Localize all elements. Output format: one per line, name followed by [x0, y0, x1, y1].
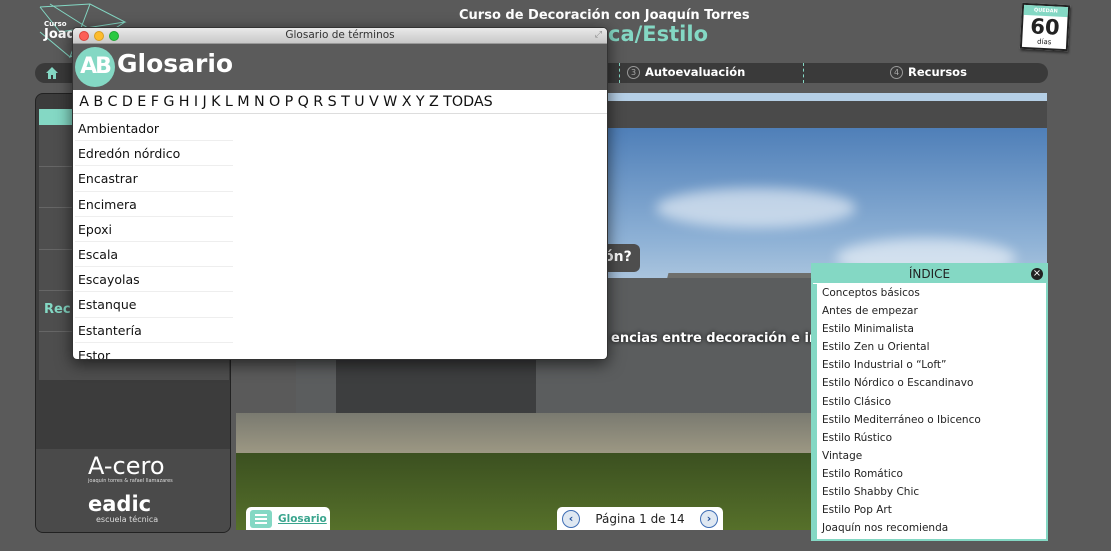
letter-filter[interactable]: H: [177, 94, 192, 110]
glossary-term-list: Ambientador Edredón nórdico Encastrar En…: [75, 116, 233, 359]
letter-filter[interactable]: A: [77, 94, 91, 110]
index-item[interactable]: Estilo Rústico: [817, 429, 1046, 447]
glossary-header: AB Glosario: [73, 44, 607, 90]
letter-filter[interactable]: S: [325, 94, 338, 110]
window-title: Glosario de términos: [285, 29, 395, 41]
glossary-term[interactable]: Estor: [75, 343, 233, 359]
index-item[interactable]: Joaquín nos recomienda: [817, 519, 1046, 537]
letter-filter-all[interactable]: TODAS: [441, 94, 495, 110]
letter-filter[interactable]: B: [91, 94, 105, 110]
glossary-term[interactable]: Escayolas: [75, 267, 233, 293]
nav-item-number: 3: [627, 65, 640, 79]
letter-filter[interactable]: I: [192, 94, 201, 110]
index-item[interactable]: Estilo Romático: [817, 465, 1046, 483]
letter-filter[interactable]: V: [367, 94, 381, 110]
letter-filter-bar: A B C D E F G H I J K L M N O P Q R S T …: [73, 90, 607, 114]
letter-filter[interactable]: L: [223, 94, 235, 110]
menu-item-recursos[interactable]: Rec: [44, 302, 71, 317]
letter-filter[interactable]: Z: [427, 94, 441, 110]
fullscreen-icon[interactable]: ⤢: [595, 30, 602, 40]
acero-logo: A-cero: [88, 452, 165, 480]
section-banner: encias entre decoración e int: [611, 331, 825, 346]
pager: ‹ Página 1 de 14 ›: [557, 507, 723, 530]
letter-filter[interactable]: T: [339, 94, 352, 110]
index-item[interactable]: Estilo Nórdico o Escandinavo: [817, 374, 1046, 392]
acero-logo-subtitle: joaquin torres & rafael llamazares: [88, 478, 173, 484]
nav-separator: [619, 63, 620, 83]
glossary-term[interactable]: Estanque: [75, 292, 233, 318]
letter-filter[interactable]: X: [400, 94, 414, 110]
close-icon[interactable]: ×: [1031, 268, 1043, 280]
glossary-badge-icon: AB: [75, 47, 115, 87]
course-title: Curso de Decoración con Joaquín Torres: [459, 8, 750, 23]
letter-filter[interactable]: R: [311, 94, 325, 110]
glossary-title: Glosario: [117, 49, 234, 78]
letter-filter[interactable]: Y: [414, 94, 427, 110]
index-item[interactable]: Estilo Zen u Oriental: [817, 338, 1046, 356]
letter-filter[interactable]: P: [282, 94, 295, 110]
window-titlebar[interactable]: Glosario de términos ⤢: [73, 28, 607, 44]
eadic-logo: eadic: [88, 492, 152, 516]
glossary-term[interactable]: Encimera: [75, 192, 233, 217]
index-list: Conceptos básicos Antes de empezar Estil…: [813, 284, 1046, 541]
glossary-term[interactable]: Epoxi: [75, 217, 233, 242]
letter-filter[interactable]: G: [161, 94, 176, 110]
glossary-term[interactable]: Edredón nórdico: [75, 141, 233, 167]
window-zoom-button[interactable]: [109, 31, 119, 41]
letter-filter[interactable]: Q: [295, 94, 311, 110]
index-item[interactable]: Vintage: [817, 447, 1046, 465]
letter-filter[interactable]: C: [105, 94, 119, 110]
glossary-term[interactable]: Escala: [75, 242, 233, 268]
letter-filter[interactable]: J: [200, 94, 209, 110]
nav-item-recursos[interactable]: 4 Recursos: [890, 65, 967, 79]
index-item[interactable]: Antes de empezar: [817, 302, 1046, 320]
glossary-list-icon: [250, 509, 272, 528]
next-page-button[interactable]: ›: [700, 509, 718, 528]
nav-item-number: 4: [890, 65, 903, 79]
days-remaining-badge: QUEDAN 60 días: [1019, 2, 1071, 52]
window-close-button[interactable]: [79, 31, 89, 41]
index-item[interactable]: Estilo Clásico: [817, 393, 1046, 411]
letter-filter[interactable]: W: [381, 94, 400, 110]
glossary-term[interactable]: Ambientador: [75, 116, 233, 142]
index-item[interactable]: Estilo Shabby Chic: [817, 483, 1046, 501]
letter-filter[interactable]: N: [252, 94, 267, 110]
index-title: ÍNDICE: [908, 267, 951, 281]
nav-item-label: Autoevaluación: [645, 65, 746, 79]
letter-filter[interactable]: M: [235, 94, 252, 110]
glossary-window: Glosario de términos ⤢ AB Glosario A B C…: [72, 27, 608, 360]
index-item[interactable]: Estilo Pop Art: [817, 501, 1046, 519]
nav-item-label: Recursos: [908, 65, 967, 79]
letter-filter[interactable]: F: [149, 94, 162, 110]
section-title: ca/Estilo: [608, 22, 708, 46]
index-item[interactable]: Conceptos básicos: [817, 284, 1046, 302]
home-icon[interactable]: [45, 66, 59, 80]
index-panel: ÍNDICE × Conceptos básicos Antes de empe…: [811, 263, 1048, 541]
eadic-logo-subtitle: escuela técnica: [96, 515, 159, 524]
index-item[interactable]: Estilo Minimalista: [817, 320, 1046, 338]
glossary-term[interactable]: Estantería: [75, 318, 233, 343]
days-label-bottom: días: [1036, 37, 1052, 47]
index-item[interactable]: Estilo Industrial o “Loft”: [817, 356, 1046, 374]
index-header: ÍNDICE ×: [813, 265, 1046, 283]
glossary-term[interactable]: Encastrar: [75, 166, 233, 192]
index-item[interactable]: Estilo Mediterráneo o Ibicenco: [817, 411, 1046, 429]
previous-page-button[interactable]: ‹: [562, 509, 580, 528]
nav-item-autoevaluacion[interactable]: 3 Autoevaluación: [627, 65, 745, 79]
window-minimize-button[interactable]: [94, 31, 104, 41]
letter-filter[interactable]: O: [267, 94, 283, 110]
letter-filter[interactable]: E: [135, 94, 148, 110]
letter-filter[interactable]: K: [209, 94, 223, 110]
glossary-tab[interactable]: Glosario: [246, 507, 330, 530]
nav-separator: [803, 63, 804, 83]
glossary-tab-label[interactable]: Glosario: [278, 513, 327, 525]
letter-filter[interactable]: U: [352, 94, 367, 110]
letter-filter[interactable]: D: [120, 94, 135, 110]
page-indicator: Página 1 de 14: [595, 511, 685, 526]
days-value: 60: [1029, 14, 1061, 40]
